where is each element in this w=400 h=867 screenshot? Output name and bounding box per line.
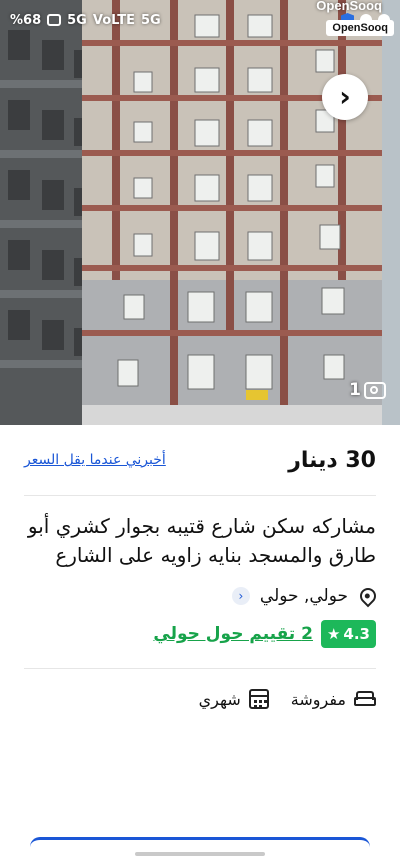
listing-photo[interactable]: %68 5G VoLTE 5G OpenSooq OpenSooq › 1 — [0, 0, 400, 425]
rating-row: ★ 4.3 2 تقييم حول حولي — [0, 606, 400, 648]
camera-icon — [364, 381, 386, 399]
location-pin-icon — [356, 584, 380, 608]
battery-icon — [47, 14, 62, 26]
spec-furnished: مفروشة — [291, 690, 376, 709]
building-photo — [0, 0, 400, 425]
calendar-icon — [248, 689, 269, 709]
spec-rent-period: شهري — [199, 689, 269, 709]
brand-watermark: OpenSooq — [326, 20, 394, 36]
network-label: 5G — [67, 12, 87, 28]
home-indicator[interactable] — [135, 852, 265, 856]
listing-price: 30 دينار — [288, 447, 376, 473]
brand-overlay: OpenSooq — [316, 0, 382, 13]
photo-count[interactable]: 1 — [349, 380, 386, 400]
location-row[interactable]: حولي, حولي ‹ — [0, 570, 400, 608]
rating-value: 4.3 — [343, 625, 370, 643]
next-photo-button[interactable]: › — [322, 74, 368, 120]
spec-label: شهري — [198, 689, 241, 709]
volte-label: VoLTE — [92, 12, 136, 28]
specs-row: مفروشة شهري — [0, 669, 400, 709]
price-alert-link[interactable]: أخبرني عندما يقل السعر — [24, 452, 166, 468]
listing-title: مشاركه سكن شارع قتيبه بجوار كشري أبو طار… — [27, 514, 376, 567]
battery-text: %68 — [10, 12, 42, 28]
reviews-link[interactable]: 2 تقييم حول حولي — [153, 624, 313, 644]
star-icon: ★ — [326, 625, 341, 643]
price-row: 30 دينار أخبرني عندما يقل السعر — [0, 425, 400, 477]
sofa-icon — [354, 691, 376, 707]
location-text: حولي, حولي — [259, 586, 348, 606]
rating-badge: ★ 4.3 — [320, 620, 376, 648]
network-label-2: 5G — [141, 12, 161, 28]
chevron-right-icon: › — [339, 80, 351, 113]
photo-count-number: 1 — [349, 380, 361, 400]
listing-details: 30 دينار أخبرني عندما يقل السعر مشاركه س… — [0, 425, 400, 709]
spec-label: مفروشة — [290, 689, 346, 709]
chevron-left-icon[interactable]: ‹ — [231, 587, 250, 605]
